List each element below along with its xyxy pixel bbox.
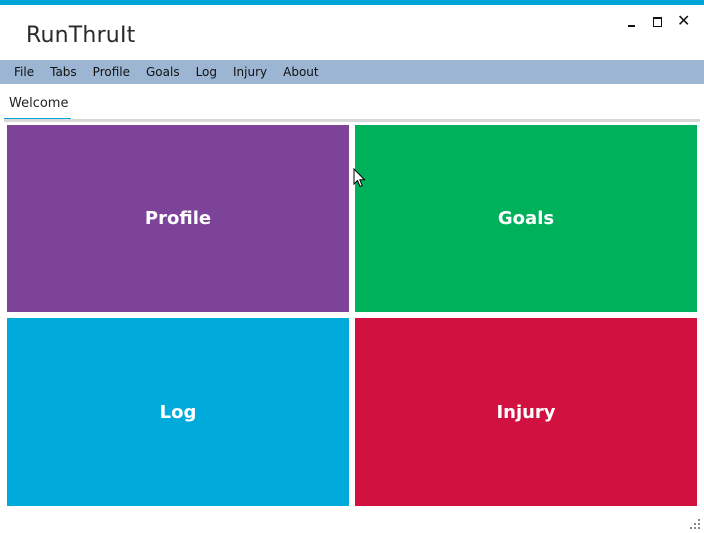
menu-item-log[interactable]: Log: [188, 60, 225, 84]
log-tile[interactable]: Log: [7, 318, 349, 506]
injury-tile-label: Injury: [496, 401, 556, 423]
menu-item-about[interactable]: About: [275, 60, 326, 84]
menu-item-file[interactable]: File: [6, 60, 42, 84]
minimize-button[interactable]: [618, 11, 644, 33]
menu-item-tabs[interactable]: Tabs: [42, 60, 85, 84]
profile-tile[interactable]: Profile: [7, 125, 349, 312]
injury-tile[interactable]: Injury: [355, 318, 697, 506]
minimize-icon: [628, 25, 635, 27]
tab-divider: [4, 119, 700, 122]
tab-welcome[interactable]: Welcome: [4, 93, 71, 121]
close-icon: ✕: [677, 11, 691, 30]
goals-tile[interactable]: Goals: [355, 125, 697, 312]
log-tile-label: Log: [159, 401, 197, 423]
maximize-button[interactable]: [644, 11, 670, 33]
tab-strip: Welcome: [0, 84, 704, 124]
menu-bar: File Tabs Profile Goals Log Injury About: [0, 60, 704, 84]
mouse-cursor-icon: [353, 168, 366, 188]
app-title: RunThruIt: [26, 23, 136, 48]
title-bar: RunThruIt ✕: [0, 5, 704, 60]
resize-grip-icon[interactable]: [690, 519, 700, 529]
close-button[interactable]: ✕: [670, 11, 696, 33]
goals-tile-label: Goals: [497, 208, 555, 229]
tab-welcome-label: Welcome: [9, 96, 69, 111]
maximize-icon: [653, 17, 662, 27]
profile-tile-label: Profile: [144, 208, 212, 229]
menu-item-goals[interactable]: Goals: [138, 60, 188, 84]
window-controls: ✕: [618, 11, 696, 33]
menu-item-injury[interactable]: Injury: [225, 60, 275, 84]
menu-item-profile[interactable]: Profile: [85, 60, 138, 84]
